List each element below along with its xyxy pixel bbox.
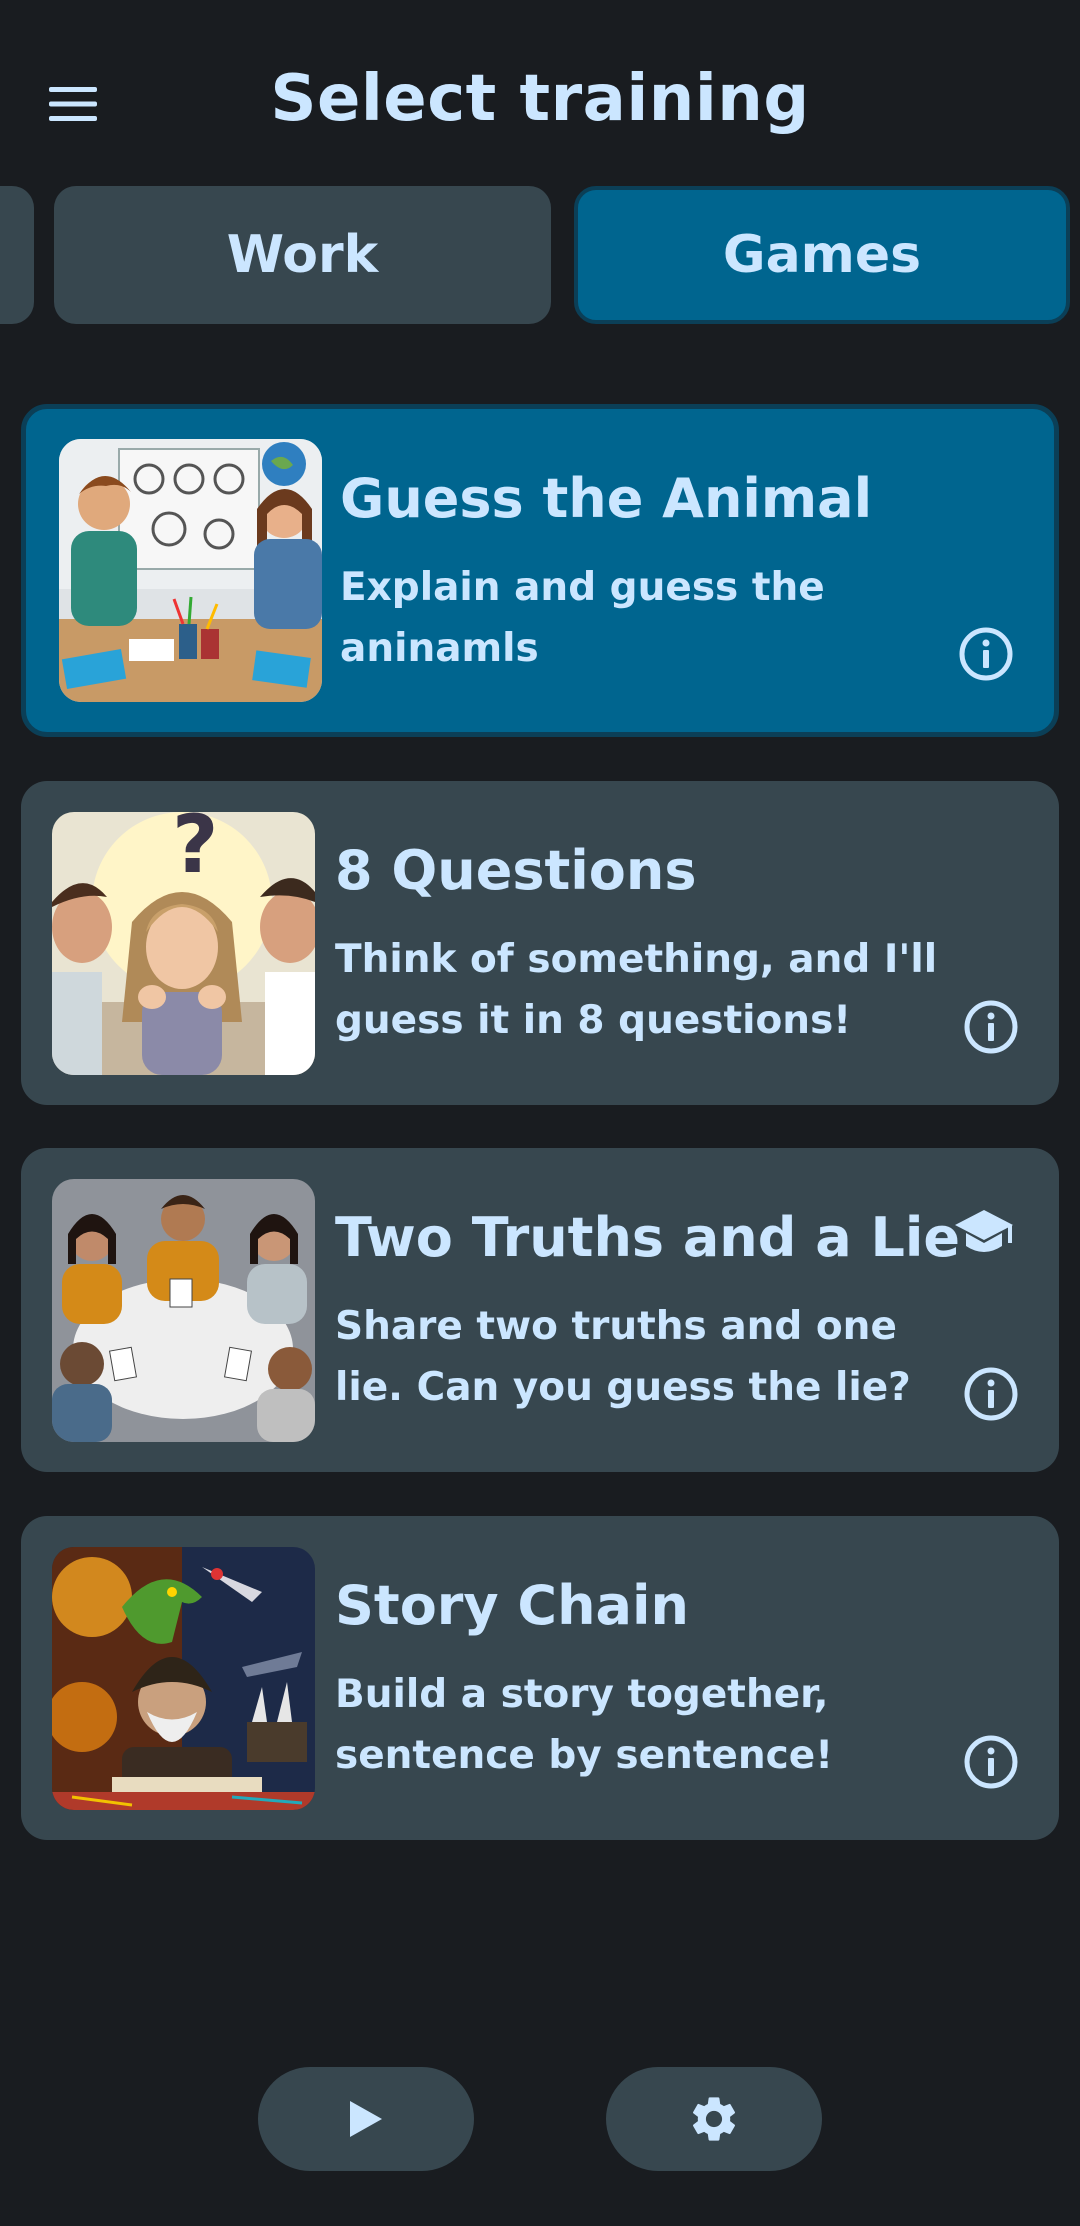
info-icon[interactable]: [963, 1366, 1019, 1422]
svg-text:?: ?: [172, 812, 218, 891]
card-title: 8 Questions: [335, 839, 697, 902]
card-title: Story Chain: [335, 1574, 689, 1637]
settings-button[interactable]: [606, 2067, 822, 2171]
tab-games[interactable]: Games: [574, 186, 1070, 324]
category-tabs: Work Games: [0, 186, 1080, 324]
card-image-8-questions: ?: [52, 812, 315, 1075]
play-button[interactable]: [258, 2067, 474, 2171]
info-icon[interactable]: [963, 1734, 1019, 1790]
training-card-two-truths-and-a-lie[interactable]: Two Truths and a Lie Share two truths an…: [21, 1148, 1059, 1472]
card-title: Guess the Animal: [340, 467, 873, 530]
card-description: Share two truths and one lie. Can you gu…: [335, 1304, 911, 1410]
card-image-two-truths-and-a-lie: [52, 1179, 315, 1442]
gear-icon: [692, 2097, 736, 2141]
card-description: Explain and guess the aninamls: [340, 565, 825, 671]
training-card-guess-the-animal[interactable]: Guess the Animal Explain and guess the a…: [21, 404, 1059, 737]
card-title: Two Truths and a Lie: [335, 1206, 960, 1269]
graduation-cap-icon: [955, 1210, 1013, 1252]
training-card-8-questions[interactable]: ? 8 Questions Think of something, and I'…: [21, 781, 1059, 1105]
tab-work[interactable]: Work: [54, 186, 551, 324]
card-image-guess-the-animal: [59, 439, 322, 702]
play-icon: [350, 2101, 382, 2137]
card-description: Think of something, and I'll guess it in…: [335, 937, 938, 1043]
tab-previous[interactable]: [0, 186, 34, 324]
training-card-story-chain[interactable]: Story Chain Build a story together, sent…: [21, 1516, 1059, 1840]
page-title: Select training: [270, 62, 810, 136]
card-description: Build a story together, sentence by sent…: [335, 1672, 833, 1778]
info-icon[interactable]: [958, 626, 1014, 682]
info-icon[interactable]: [963, 999, 1019, 1055]
card-image-story-chain: [52, 1547, 315, 1810]
